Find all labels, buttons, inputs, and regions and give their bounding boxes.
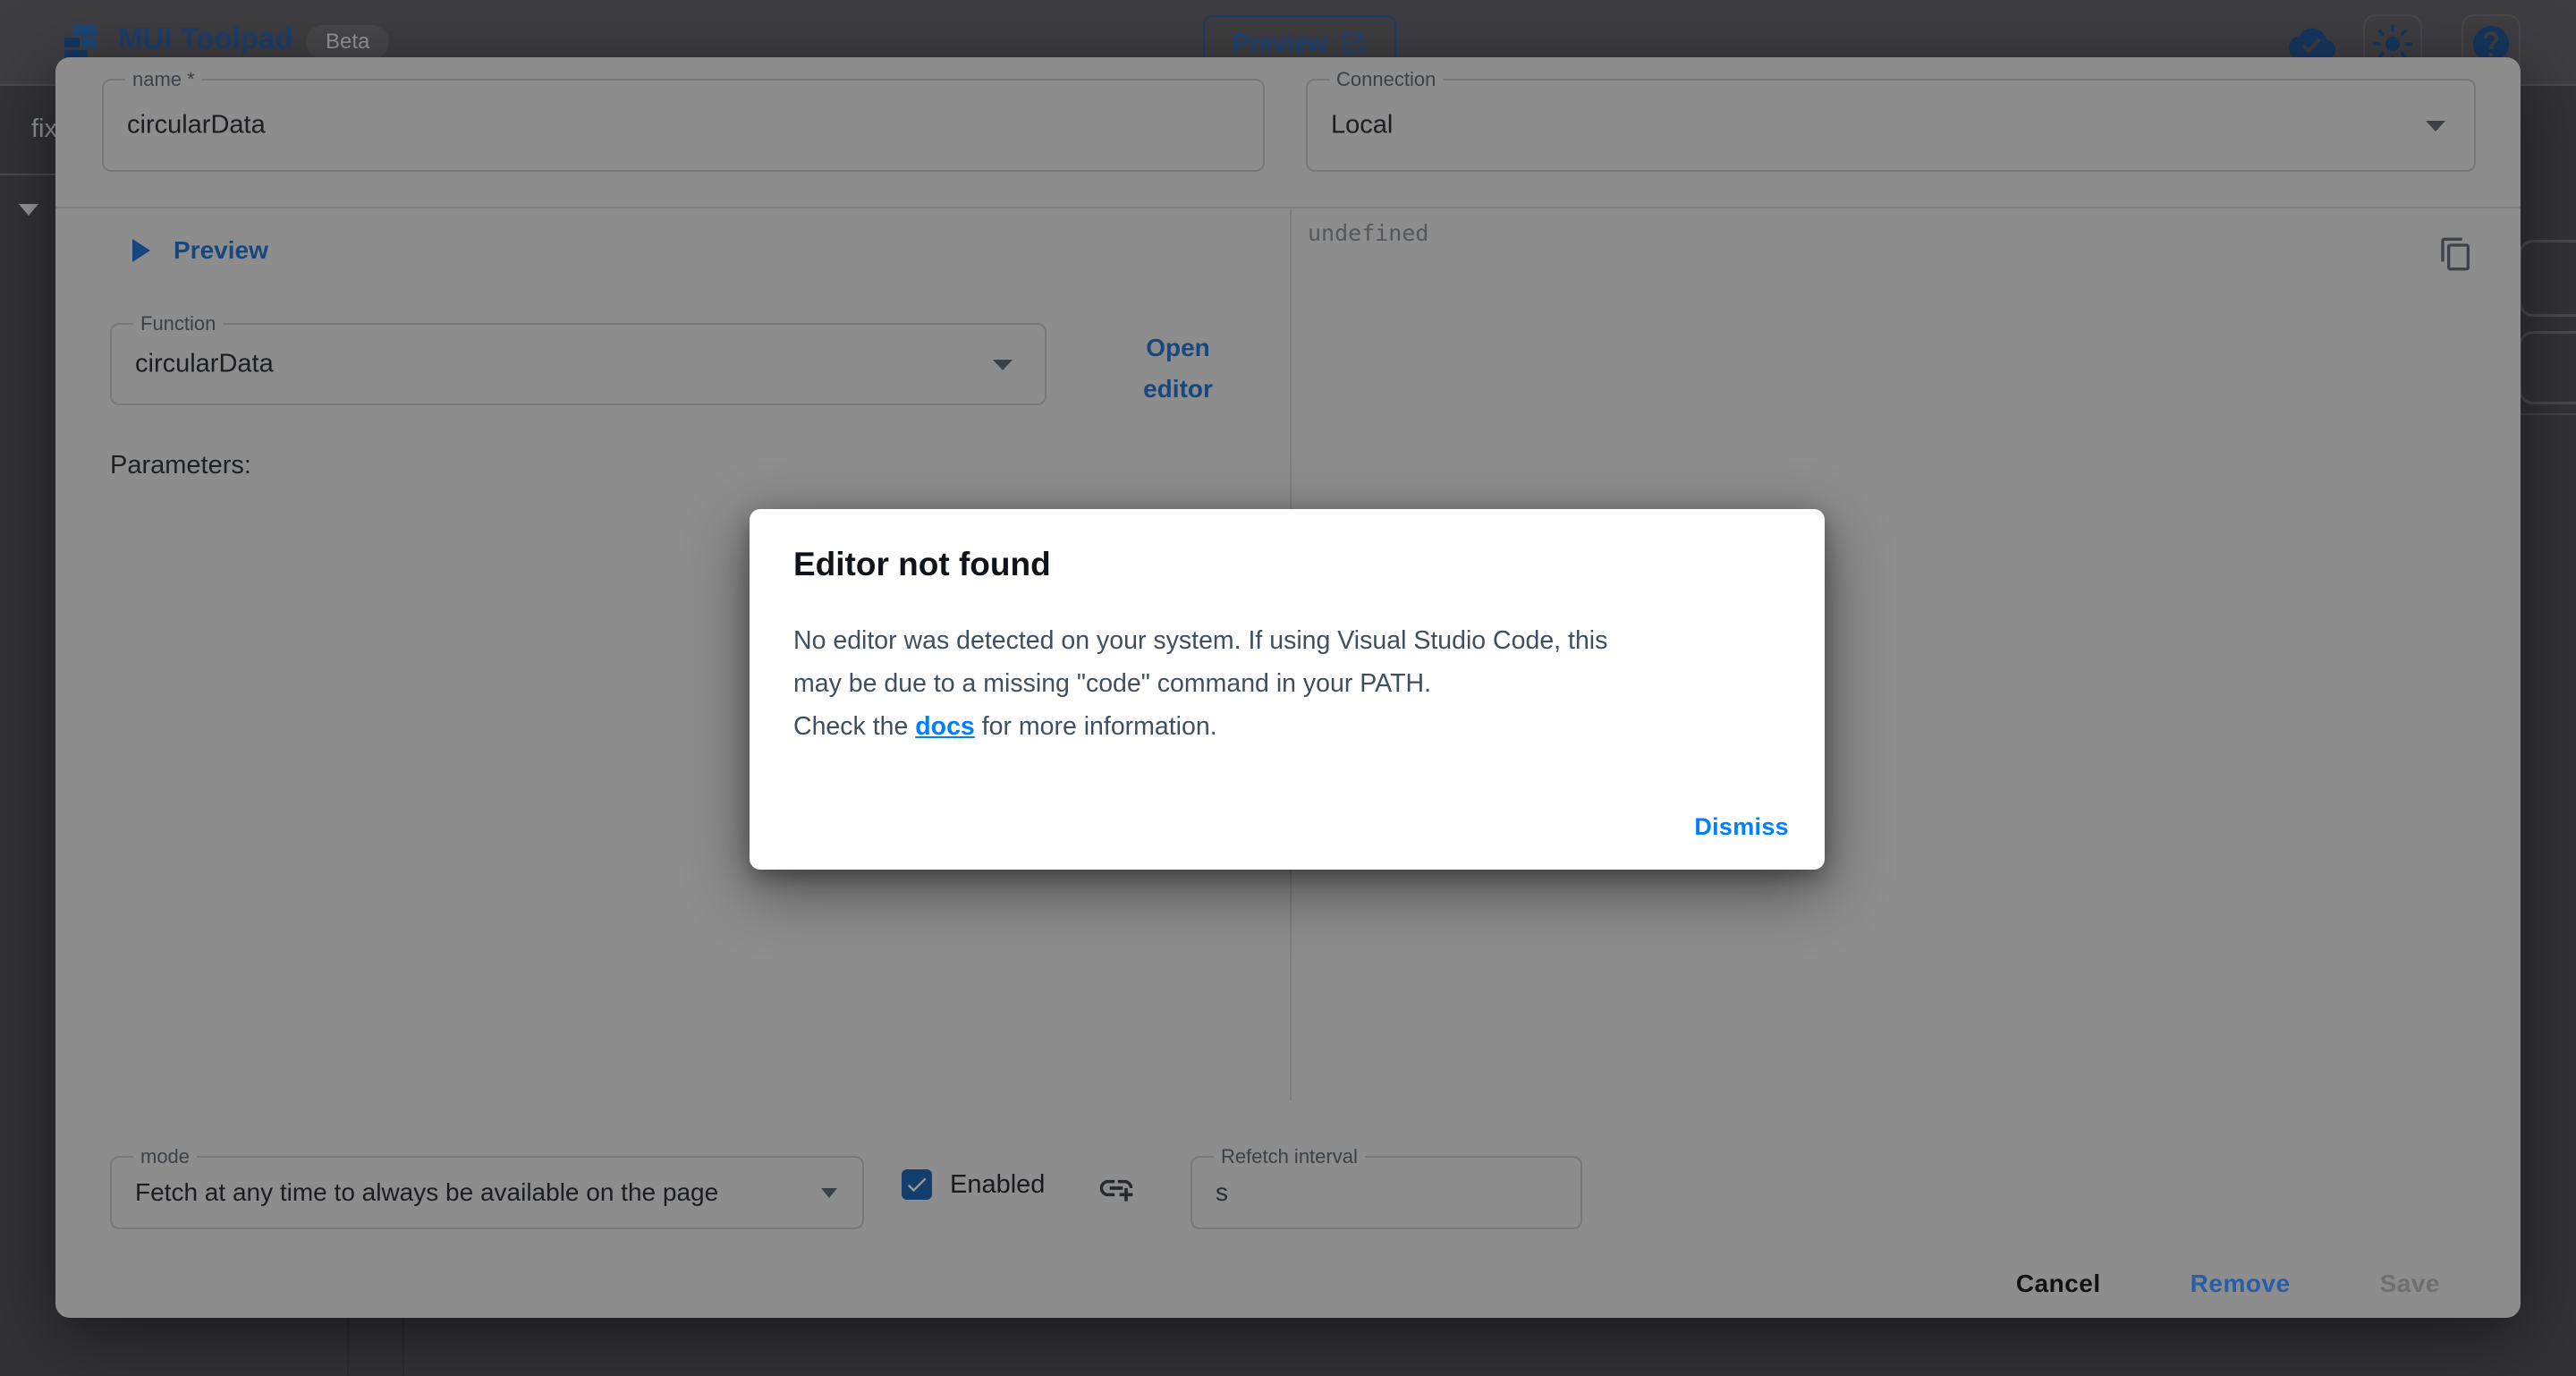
function-select[interactable]: Function circularData bbox=[110, 323, 1046, 405]
connection-select[interactable]: Connection Local bbox=[1306, 79, 2476, 172]
dialog-body-line-3-prefix: Check the bbox=[793, 712, 915, 741]
dialog-body-line-2: may be due to a missing "code" command i… bbox=[793, 662, 1786, 705]
editor-not-found-dialog: Editor not found No editor was detected … bbox=[750, 509, 1825, 870]
play-arrow-icon bbox=[132, 239, 150, 262]
background-field-box-2 bbox=[2519, 331, 2576, 404]
chevron-down-icon[interactable] bbox=[19, 204, 38, 216]
copy-icon bbox=[2438, 236, 2474, 272]
parameters-label: Parameters: bbox=[110, 451, 251, 480]
chevron-down-icon bbox=[2426, 121, 2445, 132]
refetch-interval-field[interactable]: Refetch interval s bbox=[1191, 1156, 1582, 1229]
app-title: MUI Toolpad bbox=[118, 21, 293, 55]
header-divider bbox=[55, 207, 2521, 208]
chevron-down-icon bbox=[993, 360, 1013, 370]
enabled-checkbox-label: Enabled bbox=[950, 1170, 1045, 1200]
background-field-box-1 bbox=[2519, 240, 2576, 317]
dialog-title: Editor not found bbox=[793, 546, 1051, 583]
name-field-label: name * bbox=[125, 69, 202, 90]
background-divider bbox=[2515, 413, 2576, 415]
query-result-preview: undefined bbox=[1308, 220, 1428, 246]
refetch-interval-value: s bbox=[1216, 1178, 1228, 1207]
open-editor-button[interactable]: Open editor bbox=[1120, 327, 1236, 410]
query-tab-label[interactable]: fix bbox=[31, 115, 57, 144]
bind-property-button[interactable] bbox=[1095, 1167, 1138, 1210]
enabled-checkbox-row[interactable]: Enabled bbox=[902, 1169, 1045, 1200]
name-field-value: circularData bbox=[127, 111, 266, 140]
chevron-down-icon bbox=[821, 1188, 837, 1198]
mode-select[interactable]: mode Fetch at any time to always be avai… bbox=[110, 1156, 864, 1229]
refetch-interval-label: Refetch interval bbox=[1214, 1146, 1365, 1168]
tab-strip-divider bbox=[0, 174, 63, 175]
dialog-body-line-3-suffix: for more information. bbox=[975, 712, 1217, 741]
dialog-body-text: No editor was detected on your system. I… bbox=[793, 619, 1786, 748]
query-dialog-actions: Cancel Remove Save bbox=[2016, 1270, 2440, 1298]
save-button[interactable]: Save bbox=[2380, 1270, 2440, 1298]
connection-select-value: Local bbox=[1331, 111, 1393, 140]
function-select-label: Function bbox=[133, 313, 223, 335]
cancel-button[interactable]: Cancel bbox=[2016, 1270, 2101, 1298]
mode-select-label: mode bbox=[133, 1146, 197, 1168]
preview-collapsible-label: Preview bbox=[174, 236, 268, 265]
dismiss-button[interactable]: Dismiss bbox=[1694, 813, 1789, 841]
check-icon bbox=[904, 1172, 929, 1197]
connection-select-label: Connection bbox=[1329, 69, 1443, 90]
mode-select-value: Fetch at any time to always be available… bbox=[135, 1178, 718, 1207]
function-select-value: circularData bbox=[135, 350, 274, 379]
copy-result-button[interactable] bbox=[2435, 233, 2478, 276]
name-field[interactable]: name * circularData bbox=[102, 79, 1265, 172]
background-panel-seam bbox=[347, 1318, 349, 1376]
background-panel-seam bbox=[402, 1318, 404, 1376]
dialog-body-line-3: Check the docs for more information. bbox=[793, 705, 1786, 748]
beta-badge: Beta bbox=[306, 25, 389, 59]
dialog-body-line-1: No editor was detected on your system. I… bbox=[793, 619, 1786, 662]
add-link-icon bbox=[1097, 1168, 1136, 1208]
open-in-new-icon bbox=[1340, 30, 1367, 56]
docs-link[interactable]: docs bbox=[915, 712, 975, 741]
preview-collapsible-toggle[interactable]: Preview bbox=[132, 236, 268, 265]
remove-button[interactable]: Remove bbox=[2190, 1270, 2291, 1298]
enabled-checkbox[interactable] bbox=[902, 1169, 932, 1200]
preview-app-button-label: Preview bbox=[1233, 29, 1327, 57]
